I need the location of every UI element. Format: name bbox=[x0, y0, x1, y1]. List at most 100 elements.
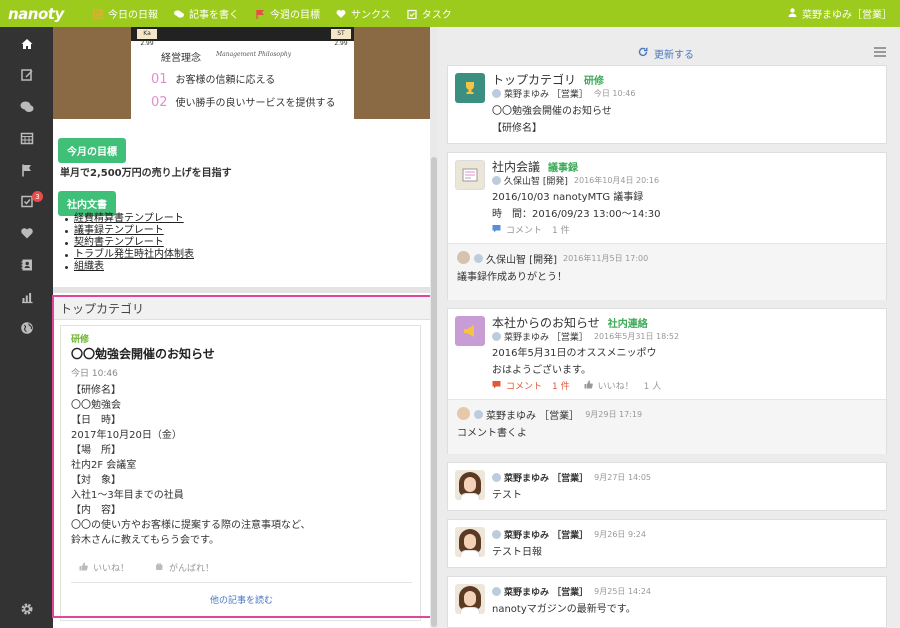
monthly-goal-label: 今月の目標 bbox=[58, 138, 126, 163]
philosophy-subtitle: Management Philosophy bbox=[216, 51, 292, 58]
sidebar-item-settings[interactable] bbox=[0, 595, 53, 625]
article-category[interactable]: 研修 bbox=[71, 332, 89, 345]
home-icon bbox=[20, 37, 34, 54]
nav-write-article[interactable]: 記事を書く bbox=[174, 6, 239, 21]
monthly-goal-text: 単月で2,500万円の売り上げを目指す bbox=[60, 168, 232, 179]
internal-docs-list: 経費精算書テンプレート 議事録テンプレート 契約書テンプレート トラブル発生時社… bbox=[65, 213, 194, 273]
feed-card[interactable]: トップカテゴリ 研修 菜野まゆみ ［営業］ 今日 10:46 〇〇勉強会開催のお… bbox=[447, 65, 887, 144]
comment-text: 議事録作成ありがとう！ bbox=[457, 272, 567, 283]
read-more-link[interactable]: 他の記事を読む bbox=[61, 593, 422, 606]
sidebar-item-report[interactable] bbox=[0, 61, 53, 91]
article-actions: いいね！ がんばれ！ bbox=[79, 561, 240, 574]
like-button[interactable]: いいね！ bbox=[79, 561, 129, 574]
feed-card-tag[interactable]: 議事録 bbox=[548, 159, 578, 174]
philosophy-banner: Ka 2.99 ST 2.99 経営理念 Management Philosop… bbox=[53, 27, 430, 119]
avatar bbox=[492, 89, 501, 98]
list-item: 経費精算書テンプレート bbox=[65, 213, 194, 225]
sidebar-item-chat[interactable] bbox=[0, 93, 53, 123]
doc-link[interactable]: トラブル発生時社内体制表 bbox=[74, 249, 194, 261]
feed-card-text: 〇〇勉強会開催のお知らせ bbox=[492, 106, 612, 117]
nav-task[interactable]: タスク bbox=[407, 6, 452, 21]
trophy-icon bbox=[455, 73, 485, 103]
sidebar-item-calendar[interactable] bbox=[0, 124, 53, 154]
avatar bbox=[455, 527, 485, 557]
sidebar-item-home[interactable] bbox=[0, 30, 53, 60]
sidebar-item-task[interactable]: 3 bbox=[0, 187, 53, 217]
feed-card-meta: 菜野まゆみ ［営業］ 9月26日 9:24 bbox=[492, 528, 646, 541]
feed-card-meta: 菜野まゆみ ［営業］ 9月25日 14:24 bbox=[492, 585, 651, 598]
price-tag-left: Ka 2.99 bbox=[137, 29, 157, 47]
user-menu[interactable]: 菜野まゆみ［営業］ bbox=[788, 0, 892, 27]
feed-card[interactable]: 菜野まゆみ ［営業］ 9月25日 14:24 nanotyマガジンの最新号です。 bbox=[447, 576, 887, 628]
feed-card[interactable]: 菜野まゆみ ［営業］ 9月27日 14:05 テスト bbox=[447, 462, 887, 511]
sidebar-item-thanks[interactable] bbox=[0, 219, 53, 249]
doc-link[interactable]: 経費精算書テンプレート bbox=[74, 213, 184, 225]
flag-icon bbox=[255, 9, 265, 19]
nav-thanks[interactable]: サンクス bbox=[336, 6, 391, 21]
feed-card-tag[interactable]: 研修 bbox=[584, 72, 604, 87]
fist-icon bbox=[155, 562, 164, 574]
comment-icon bbox=[492, 224, 501, 236]
comment-button[interactable]: コメント bbox=[492, 379, 542, 392]
feed-card-text: 2016/10/03 nanotyMTG 議事録 bbox=[492, 192, 644, 203]
task-count-badge: 3 bbox=[32, 191, 43, 202]
feed-card[interactable]: 菜野まゆみ ［営業］ 9月26日 9:24 テスト日報 bbox=[447, 519, 887, 568]
heart-icon bbox=[336, 9, 346, 19]
monthly-goal-section: 今月の目標 bbox=[58, 138, 126, 163]
calendar-icon bbox=[20, 131, 34, 148]
avatar bbox=[492, 530, 501, 539]
doc-link[interactable]: 議事録テンプレート bbox=[74, 225, 164, 237]
avatar bbox=[492, 332, 501, 341]
divider bbox=[71, 582, 412, 583]
nav-weekly-goal[interactable]: 今週の目標 bbox=[255, 6, 320, 21]
comment-button[interactable]: コメント bbox=[492, 223, 542, 236]
article-title[interactable]: 〇〇勉強会開催のお知らせ bbox=[71, 345, 215, 362]
philosophy-title: 経営理念 bbox=[161, 53, 201, 64]
feed-card-text: nanotyマガジンの最新号です。 bbox=[492, 604, 636, 615]
comment-author: 菜野まゆみ ［営業］ 9月29日 17:19 bbox=[474, 407, 642, 422]
doc-link[interactable]: 契約書テンプレート bbox=[74, 237, 164, 249]
left-scrollbar[interactable] bbox=[430, 27, 438, 628]
flag-icon bbox=[20, 163, 34, 180]
refresh-button[interactable]: 更新する bbox=[638, 46, 694, 61]
feed-card-meta: 菜野まゆみ ［営業］ 2016年5月31日 18:52 bbox=[492, 330, 679, 343]
feed-card-category: 本社からのお知らせ 社内連絡 bbox=[492, 315, 648, 330]
list-item: 契約書テンプレート bbox=[65, 237, 194, 249]
doc-link[interactable]: 組織表 bbox=[74, 261, 104, 273]
left-column: Ka 2.99 ST 2.99 経営理念 Management Philosop… bbox=[53, 27, 430, 628]
feed-card-text: テスト日報 bbox=[492, 547, 542, 558]
list-item: トラブル発生時社内体制表 bbox=[65, 249, 194, 261]
feed-card-text: 時 間：2016/09/23 13:00〜14:30 bbox=[492, 209, 661, 220]
list-item: 組織表 bbox=[65, 261, 194, 273]
divider bbox=[53, 287, 430, 293]
article-body: 【研修名】 〇〇勉強会 【日 時】 2017年10月20日（金） 【場 所】 社… bbox=[71, 385, 311, 546]
feed-card-actions: コメント 1 件 bbox=[492, 223, 570, 236]
cheer-button[interactable]: がんばれ！ bbox=[155, 561, 214, 574]
feed-card[interactable]: 社内会議 議事録 久保山智 [開発] 2016年10月4日 20:16 2016… bbox=[447, 152, 887, 300]
comment-author: 久保山智 [開発] 2016年11月5日 17:00 bbox=[474, 251, 648, 266]
comment: 久保山智 [開発] 2016年11月5日 17:00 議事録作成ありがとう！ bbox=[448, 243, 886, 300]
comment-count: 1 件 bbox=[552, 382, 570, 392]
sidebar-item-globe[interactable] bbox=[0, 314, 53, 344]
price-tag-right: ST 2.99 bbox=[331, 29, 351, 47]
nanoty-logo[interactable]: nanoty bbox=[0, 0, 64, 27]
feed-card-meta: 菜野まゆみ ［営業］ 9月27日 14:05 bbox=[492, 471, 651, 484]
sidebar-item-stats[interactable] bbox=[0, 283, 53, 313]
left-scrollbar-thumb[interactable] bbox=[431, 157, 437, 627]
heart-icon bbox=[20, 226, 34, 243]
top-category-panel: トップカテゴリ 研修 〇〇勉強会開催のお知らせ 今日 10:46 【研修名】 〇… bbox=[53, 295, 430, 628]
report-icon bbox=[20, 68, 34, 85]
sidebar-item-contacts[interactable] bbox=[0, 251, 53, 281]
hamburger-icon[interactable] bbox=[874, 47, 886, 57]
megaphone-icon bbox=[455, 316, 485, 346]
avatar bbox=[492, 176, 501, 185]
feed-card[interactable]: 本社からのお知らせ 社内連絡 菜野まゆみ ［営業］ 2016年5月31日 18:… bbox=[447, 308, 887, 454]
write-article-icon bbox=[174, 9, 184, 19]
sidebar-item-goal[interactable] bbox=[0, 156, 53, 186]
like-button[interactable]: いいね！ bbox=[584, 379, 634, 392]
nav-daily-report[interactable]: 今日の日報 bbox=[93, 6, 158, 21]
daily-report-icon bbox=[93, 8, 103, 19]
feed-card-tag[interactable]: 社内連絡 bbox=[608, 315, 648, 330]
feed-card-text: 【研修名】 bbox=[492, 123, 542, 134]
document-icon bbox=[455, 160, 485, 190]
